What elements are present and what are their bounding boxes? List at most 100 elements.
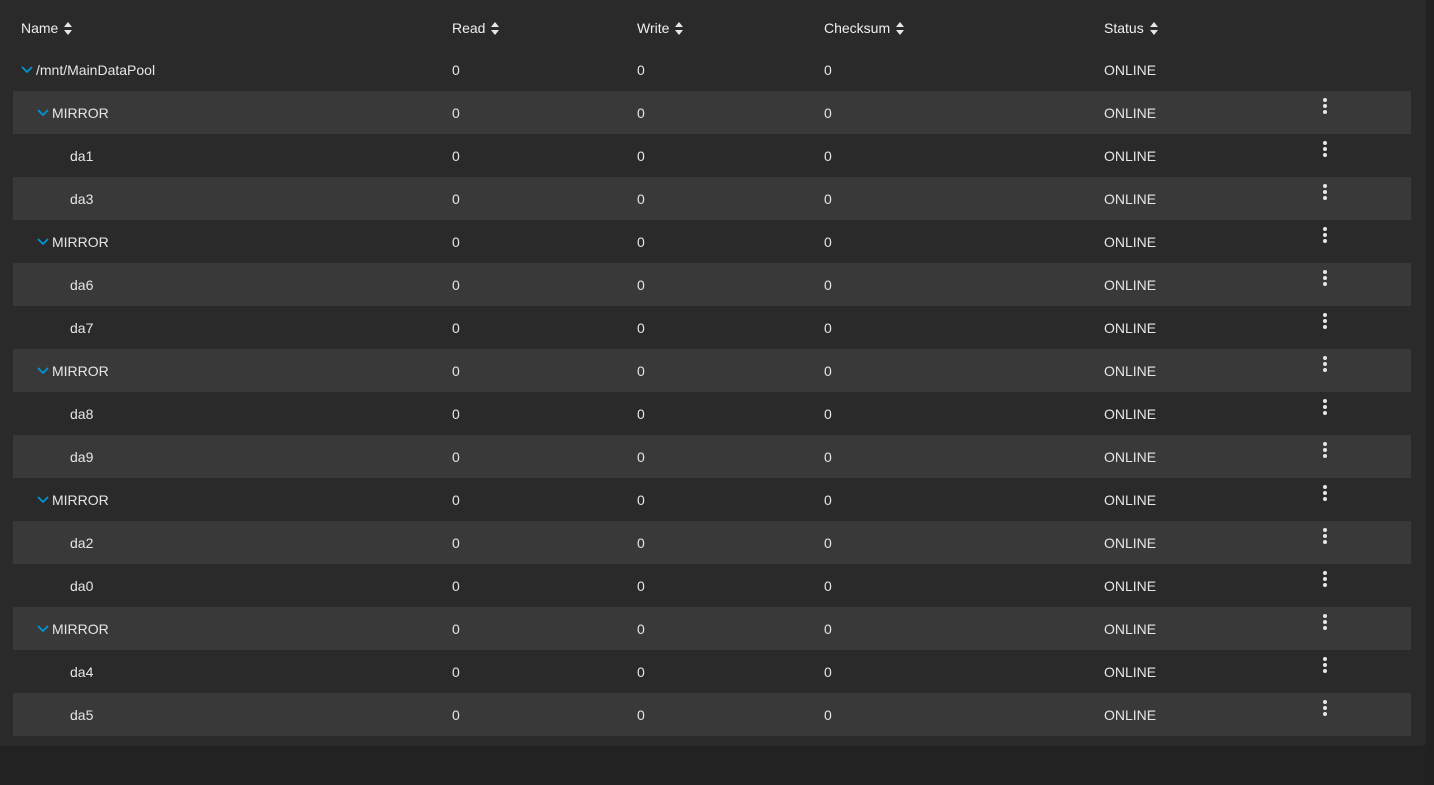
table-row[interactable]: da6 0 0 0 ONLINE [13, 263, 1411, 306]
table-header: Name Read Write Checksum Status [13, 8, 1411, 48]
cell-read: 0 [452, 491, 460, 508]
more-vert-icon [1323, 183, 1327, 200]
more-options-button[interactable] [1315, 564, 1335, 607]
column-header-status[interactable]: Status [1104, 8, 1159, 48]
more-options-button[interactable] [1315, 220, 1335, 263]
more-options-button[interactable] [1315, 478, 1335, 521]
more-options-button[interactable] [1315, 91, 1335, 134]
more-options-button[interactable] [1315, 435, 1335, 478]
device-name: da6 [70, 276, 94, 293]
cell-name: MIRROR [21, 91, 109, 134]
cell-write: 0 [637, 448, 645, 465]
table-row[interactable]: MIRROR 0 0 0 ONLINE [13, 607, 1411, 650]
cell-write: 0 [637, 620, 645, 637]
table-row[interactable]: da9 0 0 0 ONLINE [13, 435, 1411, 478]
more-options-button[interactable] [1315, 134, 1335, 177]
column-header-write[interactable]: Write [637, 8, 684, 48]
device-name: da7 [70, 319, 94, 336]
table-row[interactable]: /mnt/MainDataPool 0 0 0 ONLINE [13, 48, 1411, 91]
cell-write: 0 [637, 491, 645, 508]
sort-icon[interactable] [64, 21, 73, 35]
cell-status: ONLINE [1104, 620, 1157, 637]
table-row[interactable]: MIRROR 0 0 0 ONLINE [13, 349, 1411, 392]
more-options-button[interactable] [1315, 263, 1335, 306]
column-header-read[interactable]: Read [452, 8, 500, 48]
sort-icon[interactable] [675, 21, 684, 35]
cell-write: 0 [637, 663, 645, 680]
sort-icon[interactable] [896, 21, 905, 35]
cell-checksum: 0 [824, 319, 832, 336]
cell-read: 0 [452, 706, 460, 723]
cell-status: ONLINE [1104, 104, 1157, 121]
cell-name: MIRROR [21, 607, 109, 650]
table-row[interactable]: da5 0 0 0 ONLINE [13, 693, 1411, 736]
cell-name: da2 [21, 521, 93, 564]
more-options-button[interactable] [1315, 607, 1335, 650]
cell-status: ONLINE [1104, 147, 1157, 164]
more-vert-icon [1323, 527, 1327, 544]
table-row[interactable]: da2 0 0 0 ONLINE [13, 521, 1411, 564]
more-options-button[interactable] [1315, 521, 1335, 564]
cell-name: da4 [21, 650, 93, 693]
table-row[interactable]: da0 0 0 0 ONLINE [13, 564, 1411, 607]
table-row[interactable]: MIRROR 0 0 0 ONLINE [13, 91, 1411, 134]
cell-read: 0 [452, 448, 460, 465]
more-options-button[interactable] [1315, 306, 1335, 349]
cell-status: ONLINE [1104, 233, 1157, 250]
device-name: /mnt/MainDataPool [36, 61, 156, 78]
cell-status: ONLINE [1104, 61, 1157, 78]
more-vert-icon [1323, 355, 1327, 372]
cell-status: ONLINE [1104, 405, 1157, 422]
sort-icon[interactable] [1149, 21, 1159, 35]
device-name: da1 [70, 147, 94, 164]
table-row[interactable]: da4 0 0 0 ONLINE [13, 650, 1411, 693]
cell-write: 0 [637, 61, 645, 78]
cell-status: ONLINE [1104, 577, 1157, 594]
cell-status: ONLINE [1104, 319, 1157, 336]
table-row[interactable]: MIRROR 0 0 0 ONLINE [13, 220, 1411, 263]
more-options-button[interactable] [1315, 177, 1335, 220]
cell-write: 0 [637, 147, 645, 164]
cell-checksum: 0 [824, 190, 832, 207]
cell-name: MIRROR [21, 349, 109, 392]
column-header-checksum[interactable]: Checksum [824, 8, 905, 48]
cell-status: ONLINE [1104, 448, 1157, 465]
more-vert-icon [1323, 656, 1327, 673]
cell-write: 0 [637, 577, 645, 594]
cell-read: 0 [452, 319, 460, 336]
table-row[interactable]: da1 0 0 0 ONLINE [13, 134, 1411, 177]
cell-read: 0 [452, 663, 460, 680]
chevron-down-icon[interactable] [37, 366, 49, 376]
more-options-button[interactable] [1315, 392, 1335, 435]
cell-name: da3 [21, 177, 93, 220]
table-row[interactable]: da3 0 0 0 ONLINE [13, 177, 1411, 220]
device-name: MIRROR [52, 620, 109, 637]
cell-read: 0 [452, 190, 460, 207]
chevron-down-icon[interactable] [21, 65, 33, 75]
more-vert-icon [1323, 613, 1327, 630]
sort-icon[interactable] [491, 21, 500, 35]
cell-write: 0 [637, 319, 645, 336]
more-options-button[interactable] [1315, 693, 1335, 736]
column-header-label: Status [1104, 20, 1144, 36]
cell-read: 0 [452, 405, 460, 422]
pool-status-table: Name Read Write Checksum Status /mnt/Mai… [13, 8, 1411, 736]
chevron-down-icon[interactable] [37, 624, 49, 634]
chevron-down-icon[interactable] [37, 108, 49, 118]
more-vert-icon [1323, 570, 1327, 587]
more-options-button[interactable] [1315, 650, 1335, 693]
table-row[interactable]: MIRROR 0 0 0 ONLINE [13, 478, 1411, 521]
cell-write: 0 [637, 534, 645, 551]
cell-read: 0 [452, 362, 460, 379]
cell-checksum: 0 [824, 104, 832, 121]
cell-status: ONLINE [1104, 706, 1157, 723]
cell-status: ONLINE [1104, 663, 1157, 680]
cell-write: 0 [637, 190, 645, 207]
more-vert-icon [1323, 484, 1327, 501]
chevron-down-icon[interactable] [37, 237, 49, 247]
table-row[interactable]: da7 0 0 0 ONLINE [13, 306, 1411, 349]
chevron-down-icon[interactable] [37, 495, 49, 505]
table-row[interactable]: da8 0 0 0 ONLINE [13, 392, 1411, 435]
more-options-button[interactable] [1315, 349, 1335, 392]
column-header-name[interactable]: Name [21, 8, 73, 48]
